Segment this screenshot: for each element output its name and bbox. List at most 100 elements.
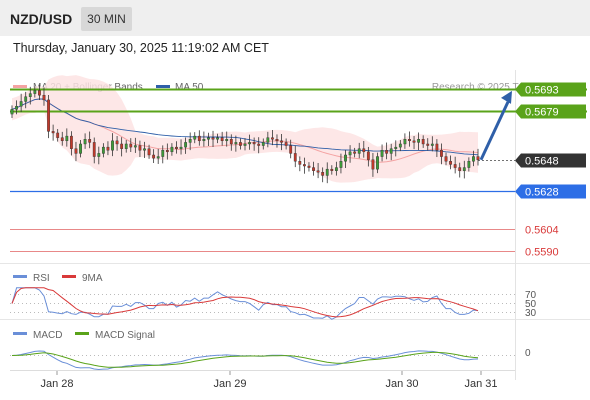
candle-body <box>417 139 421 143</box>
candle-body <box>289 145 293 154</box>
candle-body <box>261 142 265 146</box>
candle-body <box>476 156 480 160</box>
candle-body <box>193 135 197 140</box>
candle-body <box>316 170 320 173</box>
level-label-resistance: 0.5679 <box>525 107 559 119</box>
candle-body <box>188 139 192 143</box>
macd-signal-legend-label: MACD Signal <box>95 330 155 341</box>
candle-body <box>97 153 101 157</box>
level-label-pivot: 0.5628 <box>525 187 559 199</box>
candle-body <box>334 167 338 171</box>
legend-swatch-ma20 <box>13 85 27 88</box>
candle-body <box>366 151 370 160</box>
candle-body <box>229 139 233 145</box>
candle-body <box>252 142 256 145</box>
candle-body <box>60 137 64 142</box>
candle-body <box>330 168 334 171</box>
candle-body <box>302 164 306 167</box>
candle-body <box>426 143 430 146</box>
candle-body <box>143 148 146 151</box>
candle-body <box>197 135 201 142</box>
candle-body <box>444 156 448 162</box>
level-tags: 0.5693 0.5679 0.5648 0.5628 0.5604 0.5590 <box>515 82 586 259</box>
candle-body <box>284 142 288 146</box>
candle-body <box>129 143 133 148</box>
level-label-support: 0.5590 <box>525 247 559 259</box>
candle-body <box>47 99 50 132</box>
candle-body <box>120 143 124 149</box>
level-label-support: 0.5604 <box>525 225 559 237</box>
candle-body <box>257 143 261 146</box>
candle-body <box>325 168 329 176</box>
candle-body <box>280 140 283 143</box>
macd-lines <box>11 350 479 371</box>
macd-legend-label: MACD <box>33 330 62 341</box>
candle-body <box>344 154 347 162</box>
candle-body <box>440 150 443 157</box>
time-label: Jan 30 <box>385 378 418 390</box>
candle-body <box>207 137 210 140</box>
rsi-line <box>11 287 479 320</box>
candle-body <box>111 140 114 151</box>
candle-body <box>211 137 215 140</box>
candle-body <box>362 148 366 153</box>
macd-tick-0: 0 <box>525 348 531 359</box>
candle-body <box>88 139 92 143</box>
candle-body <box>19 101 23 107</box>
candle-body <box>458 167 462 171</box>
legend-swatch-macd-signal <box>75 332 89 335</box>
candle-body <box>357 148 361 154</box>
candle-body <box>115 140 119 145</box>
candle-body <box>408 139 411 142</box>
candle-body <box>403 139 407 145</box>
candle-body <box>79 143 82 154</box>
candle-body <box>421 139 425 145</box>
time-axis: Jan 28 Jan 29 Jan 30 Jan 31 <box>40 371 498 390</box>
candle-body <box>293 153 297 162</box>
candle-body <box>42 94 46 101</box>
rsi-tick-30: 30 <box>525 308 537 319</box>
candle-body <box>10 109 14 115</box>
candle-body <box>239 142 242 146</box>
candle-body <box>152 154 156 159</box>
legend-ma50-label: MA 50 <box>175 82 204 93</box>
candle-body <box>179 146 183 149</box>
level-label-current: 0.5648 <box>525 156 559 168</box>
candle-body <box>161 150 165 157</box>
candle-body <box>275 139 279 142</box>
candle-body <box>453 164 457 168</box>
candle-body <box>248 142 251 145</box>
candle-body <box>389 148 393 154</box>
candle-body <box>271 137 274 140</box>
candle-body <box>385 150 389 154</box>
forecast-arrow <box>479 90 512 161</box>
candle-body <box>339 161 343 168</box>
candle-body <box>74 148 78 154</box>
candle-body <box>430 143 434 146</box>
candle-body <box>92 142 96 157</box>
candle-body <box>234 142 238 145</box>
time-label: Jan 29 <box>213 378 246 390</box>
candle-body <box>170 146 174 153</box>
candle-body <box>243 143 247 146</box>
legend-swatch-rsi <box>13 275 27 278</box>
bollinger-bands <box>12 75 478 183</box>
rsi-legend-label: RSI <box>33 273 50 284</box>
chart-svg: MA 20 + Bollinger Bands MA 50 Research ©… <box>0 70 590 390</box>
candle-body <box>220 137 224 142</box>
candle-body <box>216 137 219 140</box>
candle-body <box>83 139 87 145</box>
time-label: Jan 28 <box>40 378 73 390</box>
macd-signal-line <box>11 351 479 368</box>
candle-body <box>394 146 398 149</box>
candle-body <box>312 167 315 171</box>
candle-body <box>467 161 471 168</box>
candle-body <box>353 151 357 154</box>
candle-body <box>156 156 160 159</box>
candle-body <box>225 139 229 142</box>
candle-body <box>321 172 325 176</box>
candle-body <box>15 105 18 110</box>
candle-body <box>124 143 128 149</box>
candle-body <box>133 145 137 148</box>
legend-swatch-macd <box>13 332 27 335</box>
